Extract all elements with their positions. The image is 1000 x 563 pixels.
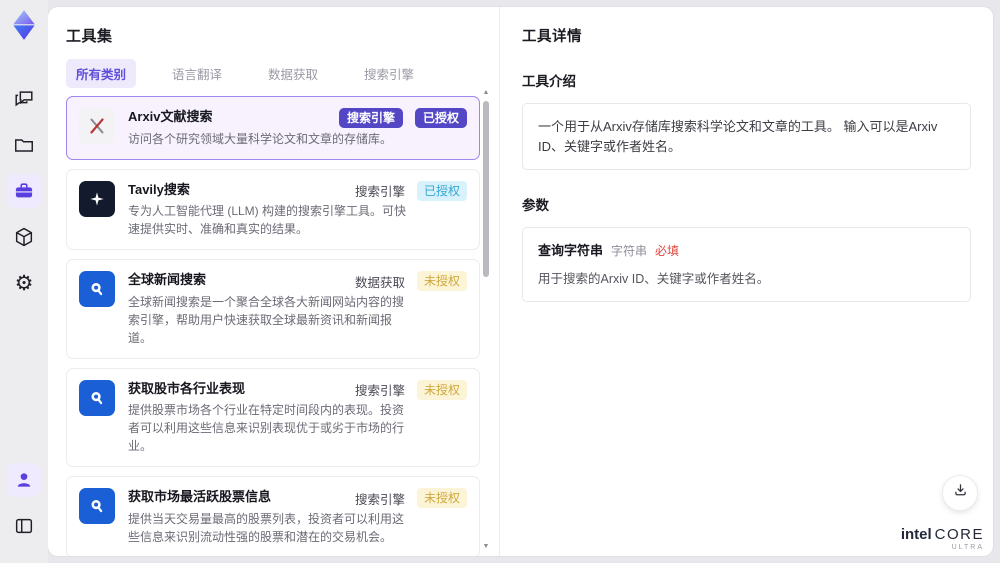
page-title: 工具集 (66, 28, 113, 45)
sidebar-item-models[interactable] (7, 220, 41, 254)
download-icon (952, 482, 969, 504)
auth-status-badge: 未授权 (416, 379, 467, 400)
param-type: 字符串 (611, 244, 648, 258)
download-button[interactable] (942, 475, 978, 511)
tool-row-active-stocks[interactable]: 获取市场最活跃股票信息 提供当天交易量最高的股票列表，投资者可以利用这些信息来识… (66, 476, 480, 556)
sidebar-item-files[interactable] (7, 128, 41, 162)
app-logo (7, 8, 41, 42)
active-stocks-logo-icon (79, 488, 115, 525)
tab-language-translation[interactable]: 语言翻译 (162, 59, 232, 88)
gear-icon: ⚙ (14, 271, 34, 295)
news-search-logo-icon (79, 271, 115, 308)
brand-core: CORE (934, 526, 984, 543)
scrollbar-thumb[interactable] (483, 101, 489, 277)
tool-detail-panel: 工具详情 工具介绍 一个用于从Arxiv存储库搜索科学论文和文章的工具。 输入可… (500, 7, 993, 556)
tab-all-categories[interactable]: 所有类别 (66, 58, 137, 88)
tool-description: 访问各个研究领域大量科学论文和文章的存储库。 (128, 131, 393, 146)
auth-status-badge: 已授权 (416, 180, 467, 201)
sidebar-item-chat[interactable] (7, 82, 41, 116)
scroll-down-arrow[interactable]: ▼ (481, 543, 491, 550)
user-icon (14, 470, 34, 490)
param-name: 查询字符串 (538, 243, 604, 258)
tool-row-sector-performance[interactable]: 获取股市各行业表现 提供股票市场各个行业在特定时间段内的表现。投资者可以利用这些… (66, 367, 480, 468)
tool-list: Arxiv文献搜索 访问各个研究领域大量科学论文和文章的存储库。 搜索引擎 已授… (66, 96, 480, 556)
param-card: 查询字符串 字符串 必填 用于搜索的Arxiv ID、关键字或作者姓名。 (522, 227, 971, 303)
category-label: 搜索引擎 (354, 492, 405, 507)
category-badge: 搜索引擎 (338, 108, 403, 128)
cube-icon (13, 226, 35, 248)
panel-toggle-icon (13, 515, 35, 537)
chat-icon (13, 88, 35, 110)
tool-list-panel: 工具集 所有类别 语言翻译 数据获取 搜索引擎 Arxiv文献搜索 访问各个研究… (48, 7, 500, 556)
sidebar-item-settings[interactable]: ⚙ (7, 266, 41, 300)
sidebar-item-tools[interactable] (7, 174, 41, 208)
param-required-flag: 必填 (655, 244, 680, 258)
stock-sector-logo-icon (79, 379, 115, 416)
tab-search-engine[interactable]: 搜索引擎 (354, 59, 424, 88)
auth-status-badge: 未授权 (416, 488, 467, 509)
scroll-up-arrow[interactable]: ▲ (481, 89, 491, 96)
tool-description: 全球新闻搜索是一个聚合全球各大新闻网站内容的搜索引擎，帮助用户快速获取全球最新资… (128, 294, 405, 345)
brand-ultra: ULTRA (951, 544, 984, 551)
category-label: 搜索引擎 (354, 185, 405, 200)
arxiv-logo-icon (79, 108, 115, 144)
folder-icon (13, 134, 35, 156)
tab-data-acquisition[interactable]: 数据获取 (258, 59, 328, 88)
brand-intel: intel (900, 526, 932, 543)
main-card: 工具集 所有类别 语言翻译 数据获取 搜索引擎 Arxiv文献搜索 访问各个研究… (48, 7, 993, 556)
category-label: 搜索引擎 (354, 384, 405, 399)
scrollbar[interactable]: ▲ ▼ (481, 89, 491, 550)
tool-description: 提供当天交易量最高的股票列表，投资者可以利用这些信息来识别流动性强的股票和潜在的… (128, 511, 405, 544)
detail-title: 工具详情 (522, 29, 582, 45)
params-heading: 参数 (522, 198, 549, 213)
tool-row-global-news[interactable]: 全球新闻搜索 全球新闻搜索是一个聚合全球各大新闻网站内容的搜索引擎，帮助用户快速… (66, 259, 480, 359)
auth-status-badge: 已授权 (414, 108, 467, 128)
tavily-logo-icon (79, 180, 115, 217)
tool-row-tavily[interactable]: Tavily搜索 专为人工智能代理 (LLM) 构建的搜索引擎工具。可快速提供实… (66, 168, 480, 251)
sidebar-item-account[interactable] (7, 463, 41, 497)
tool-description: 专为人工智能代理 (LLM) 构建的搜索引擎工具。可快速提供实时、准确和真实的结… (128, 204, 407, 237)
category-tabs: 所有类别 语言翻译 数据获取 搜索引擎 (66, 58, 499, 88)
auth-status-badge: 未授权 (416, 271, 467, 292)
toolbox-icon (13, 180, 35, 202)
sidebar: ⚙ (0, 0, 48, 563)
tool-row-arxiv[interactable]: Arxiv文献搜索 访问各个研究领域大量科学论文和文章的存储库。 搜索引擎 已授… (66, 96, 480, 160)
intro-box: 一个用于从Arxiv存储库搜索科学论文和文章的工具。 输入可以是Arxiv ID… (522, 103, 971, 170)
intel-core-logo: intel CORE ULTRA (901, 527, 984, 551)
tool-description: 提供股票市场各个行业在特定时间段内的表现。投资者可以利用这些信息来识别表现优于或… (128, 403, 405, 454)
intro-heading: 工具介绍 (522, 74, 576, 89)
category-label: 数据获取 (354, 275, 405, 290)
param-description: 用于搜索的Arxiv ID、关键字或作者姓名。 (538, 271, 770, 286)
sidebar-item-collapse[interactable] (7, 509, 41, 543)
